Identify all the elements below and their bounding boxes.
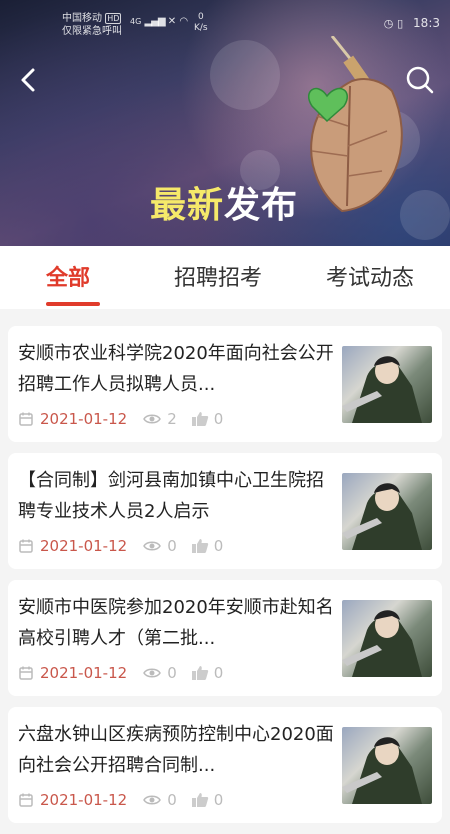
thumbs-up-icon [191,666,208,680]
speed-unit: K/s [194,23,208,33]
emergency-only-text: 仅限紧急呼叫 [62,26,122,37]
article-thumbnail [342,727,432,804]
thumbs-up-icon [191,793,208,807]
article-meta: 2021-01-12 0 0 [18,791,223,809]
hero-title: 最新发布 [150,176,298,228]
back-button[interactable] [12,62,44,98]
clock-time: 18:3 [413,16,440,30]
hd-badge: HD [105,13,122,24]
list-item[interactable]: 安顺市中医院参加2020年安顺市赴知名高校引聘人才（第二批... 2021-01… [8,580,442,696]
article-thumbnail [342,346,432,423]
article-meta: 2021-01-12 2 0 [18,410,223,428]
calendar-icon [19,412,33,426]
search-icon [406,66,434,94]
network-speed: 0 K/s [194,12,208,34]
hero-title-part1: 最新 [150,185,225,226]
article-title: 六盘水钟山区疾病预防控制中心2020面向社会公开招聘合同制... [18,724,334,776]
tab-exam-news[interactable]: 考试动态 [326,260,414,292]
article-title: 安顺市农业科学院2020年面向社会公开招聘工作人员拟聘人员... [18,343,334,395]
article-date: 2021-01-12 [40,664,128,682]
view-count: 2 [167,410,177,428]
view-count: 0 [167,664,177,682]
article-thumbnail [342,600,432,677]
category-tabs: 全部 招聘招考 考试动态 [0,246,450,309]
article-meta: 2021-01-12 0 0 [18,537,223,555]
list-item[interactable]: 六盘水钟山区疾病预防控制中心2020面向社会公开招聘合同制... 2021-01… [8,707,442,823]
article-thumbnail [342,473,432,550]
eye-icon [143,541,162,551]
list-item[interactable]: 【合同制】剑河县南加镇中心卫生院招聘专业技术人员2人启示 2021-01-12 … [8,453,442,569]
calendar-icon [19,666,33,680]
battery-icon: ▯ [397,17,404,30]
like-count: 0 [213,537,224,555]
bokeh-light [210,40,280,110]
clock: ◷ ▯ 18:3 [384,16,440,30]
article-date: 2021-01-12 [40,791,128,809]
article-title: 安顺市中医院参加2020年安顺市赴知名高校引聘人才（第二批... [18,597,334,649]
network-type: 4G [130,17,142,26]
leaf-image [307,36,403,213]
alarm-icon: ◷ [383,17,394,30]
like-count: 0 [213,791,224,809]
eye-icon [143,414,162,424]
tab-recruitment[interactable]: 招聘招考 [174,260,262,292]
article-list: 安顺市农业科学院2020年面向社会公开招聘工作人员拟聘人员... 2021-01… [8,326,442,834]
active-tab-indicator [46,302,100,306]
speed-value: 0 [197,12,204,22]
wifi-icon: ◠ [179,16,189,27]
eye-icon [143,795,162,805]
calendar-icon [19,539,33,553]
calendar-icon [19,793,33,807]
eye-icon [143,668,162,678]
tab-all[interactable]: 全部 [46,260,90,292]
like-count: 0 [213,664,224,682]
article-date: 2021-01-12 [40,537,128,555]
article-meta: 2021-01-12 0 0 [18,664,223,682]
hero-title-part2: 发布 [224,185,299,226]
view-count: 0 [167,537,177,555]
list-item[interactable]: 安顺市农业科学院2020年面向社会公开招聘工作人员拟聘人员... 2021-01… [8,326,442,442]
thumbs-up-icon [191,412,208,426]
signal-icon: 4G ▂▄▆ ✕ ◠ [130,16,189,27]
status-bar: 中国移动 HD 仅限紧急呼叫 4G ▂▄▆ ✕ ◠ 0 K/s ◷ ▯ 18:3 [0,0,450,44]
search-button[interactable] [402,62,438,98]
hero-banner: 中国移动 HD 仅限紧急呼叫 4G ▂▄▆ ✕ ◠ 0 K/s ◷ ▯ 18:3… [0,0,450,246]
like-count: 0 [213,410,224,428]
article-title: 【合同制】剑河县南加镇中心卫生院招聘专业技术人员2人启示 [18,470,324,522]
carrier-info: 中国移动 HD 仅限紧急呼叫 [62,12,122,38]
thumbs-up-icon [191,539,208,553]
carrier-name: 中国移动 [62,13,102,24]
chevron-left-icon [21,68,35,92]
article-date: 2021-01-12 [40,410,128,428]
view-count: 0 [167,791,177,809]
